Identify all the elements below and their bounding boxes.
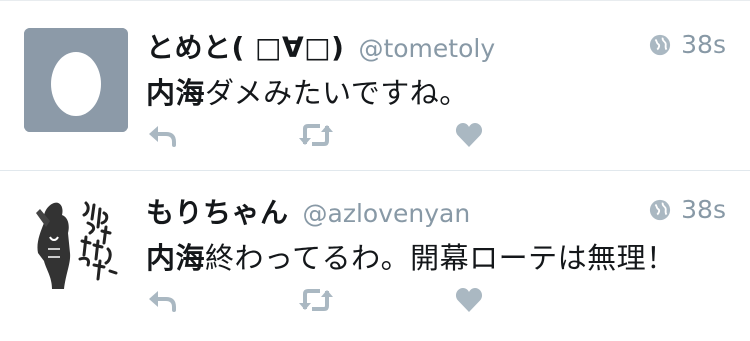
globe-icon xyxy=(650,34,671,55)
tweet-text: 内海終わってるわ。開幕ローテは無理！ xyxy=(146,235,676,277)
tweet-meta: 38s xyxy=(649,30,726,59)
heart-icon xyxy=(455,288,483,312)
heart-icon xyxy=(455,123,483,147)
egg-avatar-icon xyxy=(24,28,128,132)
user-handle[interactable]: @tometoly xyxy=(358,34,495,63)
display-name[interactable]: とめと( □∀□) xyxy=(146,26,344,66)
manga-illustration-icon xyxy=(24,193,128,297)
globe-icon xyxy=(650,199,671,220)
reply-button[interactable] xyxy=(146,285,180,319)
timestamp[interactable]: 38s xyxy=(681,195,726,224)
tweet-item[interactable]: もりちゃん @azlovenyan 38s 内海終わってるわ。開幕ローテは無理！ xyxy=(0,171,750,341)
tweet-text-highlight: 内海 xyxy=(146,76,206,110)
timestamp[interactable]: 38s xyxy=(681,30,726,59)
reply-icon xyxy=(149,291,176,312)
user-handle[interactable]: @azlovenyan xyxy=(303,199,471,228)
like-button[interactable] xyxy=(454,120,484,154)
tweet-header: とめと( □∀□) @tometoly xyxy=(146,26,495,66)
tweet-text-highlight: 内海 xyxy=(146,241,206,275)
tweet-text-body: 終わってるわ。開幕ローテは無理！ xyxy=(205,241,676,275)
tweet-item[interactable]: とめと( □∀□) @tometoly 38s 内海ダメみたいですね。 xyxy=(0,0,750,170)
tweet-header: もりちゃん @azlovenyan xyxy=(146,191,470,231)
reply-button[interactable] xyxy=(146,120,180,154)
tweet-actions xyxy=(146,120,486,156)
tweet-text-body: ダメみたいですね。 xyxy=(205,76,469,110)
retweet-icon xyxy=(299,124,333,146)
tweet-text: 内海ダメみたいですね。 xyxy=(146,70,469,112)
timeline-feed: とめと( □∀□) @tometoly 38s 内海ダメみたいですね。 もりちゃ… xyxy=(0,0,750,341)
avatar[interactable] xyxy=(24,28,128,132)
retweet-button[interactable] xyxy=(296,285,336,319)
retweet-button[interactable] xyxy=(296,120,336,154)
display-name[interactable]: もりちゃん xyxy=(146,191,289,231)
retweet-icon xyxy=(299,289,333,311)
reply-icon xyxy=(149,126,176,147)
avatar[interactable] xyxy=(24,193,128,297)
tweet-actions xyxy=(146,285,486,321)
like-button[interactable] xyxy=(454,285,484,319)
tweet-meta: 38s xyxy=(649,195,726,224)
